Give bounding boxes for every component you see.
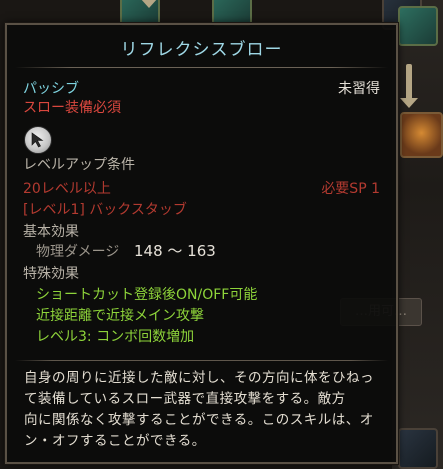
learn-status: 未習得 [338, 81, 380, 97]
description-divider [15, 360, 388, 361]
skill-description: 自身の周りに近接した敵に対し、その方向に体をひねっ て装備しているスロー武器で直… [24, 368, 384, 452]
special-effect-header: 特殊効果 [23, 266, 79, 282]
sp-requirement: 必要SP 1 [321, 181, 380, 197]
special-effect-item: ショートカット登録後ON/OFF可能 [36, 287, 258, 303]
arrow-cursor-icon [24, 126, 52, 154]
prerequisite-skill: [レベル1] バックスタッブ [23, 202, 187, 218]
skill-slot[interactable] [398, 6, 438, 46]
skill-slot[interactable] [400, 112, 443, 158]
description-line: 向に関係なく攻撃することができる。このスキルは、オ [24, 412, 374, 428]
title-divider [15, 67, 388, 68]
basic-effect-header: 基本効果 [23, 224, 79, 240]
phys-damage-label: 物理ダメージ [36, 244, 120, 260]
skill-type: パッシブ [23, 81, 79, 97]
skill-title: リフレクシスブロー [120, 40, 283, 60]
skill-link-arrow [400, 64, 418, 108]
skill-tooltip: リフレクシスブロー パッシブ 未習得 スロー装備必須 レベルアップ条件 20レベ… [5, 23, 398, 464]
weapon-requirement: スロー装備必須 [23, 100, 121, 116]
special-effect-item: レベル3: コンボ回数増加 [36, 329, 195, 345]
level-requirement: 20レベル以上 [23, 181, 111, 197]
phys-damage-value: 148 ～ 163 [134, 242, 216, 260]
description-line: て装備しているスロー武器で直接攻撃をする。敵方 [24, 391, 346, 407]
description-line: 自身の周りに近接した敵に対し、その方向に体をひねっ [24, 370, 374, 386]
skill-slot[interactable] [398, 428, 438, 469]
special-effect-item: 近接距離で近接メイン攻撃 [36, 308, 204, 324]
skill-tree-panel [392, 0, 443, 469]
levelup-header: レベルアップ条件 [23, 157, 135, 173]
description-line: ン・オフすることができる。 [24, 433, 206, 449]
